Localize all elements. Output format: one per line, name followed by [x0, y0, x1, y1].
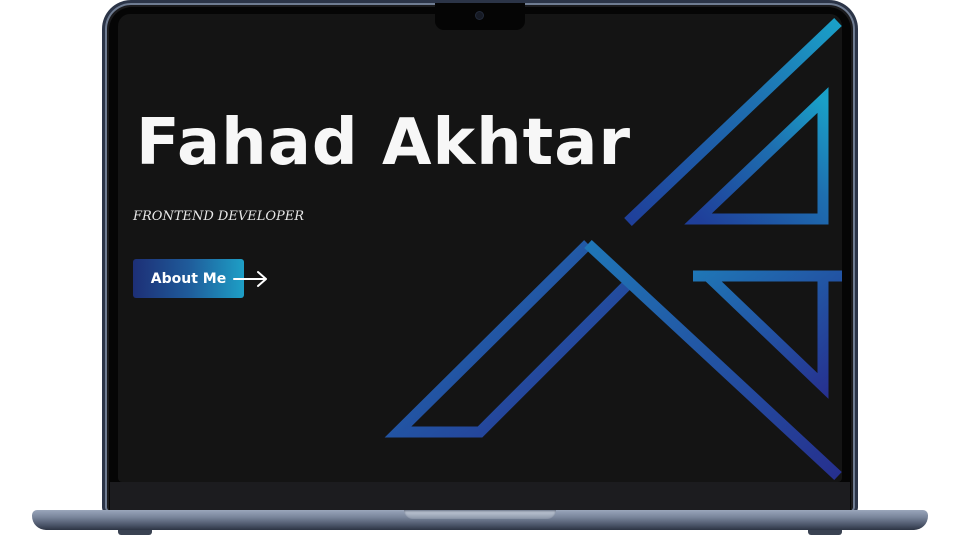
laptop-mockup: Fahad Akhtar FRONTEND DEVELOPER About Me [0, 0, 960, 540]
camera-icon [476, 12, 483, 19]
laptop-foot-right [808, 530, 842, 535]
arrow-right-icon[interactable] [232, 267, 272, 291]
laptop-foot-left [118, 530, 152, 535]
opening-groove [404, 510, 556, 519]
laptop-base [32, 510, 928, 530]
camera-notch [435, 3, 525, 30]
logo-mark-icon [384, 18, 842, 481]
about-me-button[interactable]: About Me [133, 259, 244, 298]
hero-role: FRONTEND DEVELOPER [133, 209, 305, 224]
screen: Fahad Akhtar FRONTEND DEVELOPER About Me [118, 14, 842, 482]
laptop-chin [110, 482, 850, 512]
hero-name: Fahad Akhtar [136, 106, 631, 180]
